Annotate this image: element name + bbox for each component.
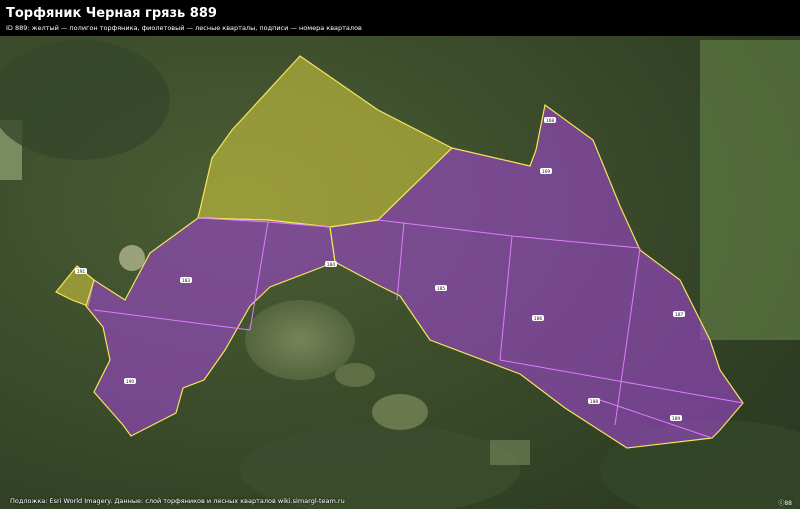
quarter-label: 169 xyxy=(540,168,552,175)
imagery-credit: Подложка: Esri World Imagery. Данные: сл… xyxy=(10,497,345,505)
clearing-4 xyxy=(335,363,375,387)
svg-text:189: 189 xyxy=(672,416,681,422)
field-right xyxy=(700,40,800,340)
quarter-label: 190 xyxy=(124,378,136,385)
svg-text:190: 190 xyxy=(126,379,135,385)
svg-text:186: 186 xyxy=(534,316,543,322)
svg-text:168: 168 xyxy=(546,118,555,124)
map-title: Торфяник Черная грязь 889 xyxy=(6,6,217,21)
quarter-label: 184 xyxy=(325,261,337,268)
quarter-label: 186 xyxy=(532,315,544,322)
quarter-label: 188 xyxy=(588,398,600,405)
quarter-label: 187 xyxy=(673,311,685,318)
svg-text:191: 191 xyxy=(77,269,86,275)
svg-text:184: 184 xyxy=(327,262,336,268)
quarter-label: 192 xyxy=(390,215,402,222)
svg-text:169: 169 xyxy=(542,169,551,175)
corner-mark: ⓒ88 xyxy=(778,500,792,507)
svg-text:188: 188 xyxy=(590,399,599,405)
quarter-label: 189 xyxy=(670,415,682,422)
quarter-label: 168 xyxy=(544,117,556,124)
map-subtitle: ID 889: желтый — полигон торфяника, фиол… xyxy=(6,24,362,32)
quarter-label: 185 xyxy=(435,285,447,292)
header-bar: Торфяник Черная грязь 889 ID 889: желтый… xyxy=(0,0,800,36)
svg-text:187: 187 xyxy=(675,312,684,318)
clearing xyxy=(245,300,355,380)
quarter-label: 191 xyxy=(75,268,87,275)
quarter-label: 183 xyxy=(180,277,192,284)
svg-text:185: 185 xyxy=(437,286,446,292)
map-canvas[interactable]: 168 169 183 184 185 186 187 188 189 190 … xyxy=(0,0,800,509)
clearing-2 xyxy=(119,245,145,271)
field-bottom xyxy=(490,440,530,465)
svg-text:183: 183 xyxy=(182,278,191,284)
clearing-3 xyxy=(372,394,428,430)
